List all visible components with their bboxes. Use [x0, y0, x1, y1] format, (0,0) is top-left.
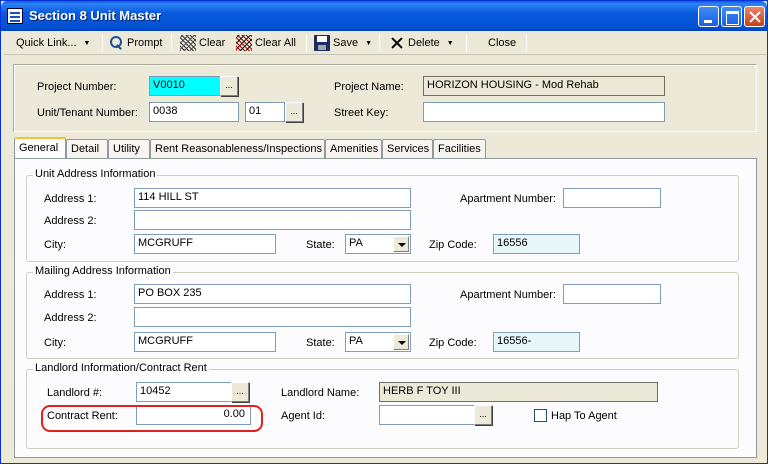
mail-address2-field[interactable]	[134, 307, 411, 327]
mail-address1-label: Address 1:	[44, 289, 97, 301]
tab-amenities[interactable]: Amenities	[325, 139, 382, 158]
project-name-field: HORIZON HOUSING - Mod Rehab	[423, 76, 665, 96]
prompt-button[interactable]: Prompt	[108, 33, 162, 53]
unit-state-label: State:	[306, 239, 335, 251]
clear-all-icon	[236, 35, 252, 51]
unit-state-value: PA	[349, 237, 363, 249]
tab-services[interactable]: Services	[382, 139, 433, 158]
unit-number-field[interactable]: 0038	[149, 102, 239, 122]
mail-city-field[interactable]: MCGRUFF	[134, 332, 276, 352]
clear-icon	[180, 35, 196, 51]
contract-rent-label: Contract Rent:	[47, 410, 118, 422]
minimize-button[interactable]	[698, 6, 719, 27]
clear-label: Clear	[199, 37, 226, 49]
contract-rent-field[interactable]: 0.00	[136, 405, 251, 425]
project-lookup-button[interactable]: ...	[220, 76, 238, 96]
unit-address-title: Unit Address Information	[33, 168, 158, 180]
chevron-down-icon[interactable]	[393, 236, 409, 252]
quick-link-label: Quick Link...	[16, 37, 77, 49]
clear-button[interactable]: Clear	[180, 33, 225, 53]
tab-utility[interactable]: Utility	[108, 139, 150, 158]
toolbar-separator	[466, 34, 467, 52]
agent-lookup-button[interactable]: ...	[474, 405, 492, 425]
tab-general[interactable]: General	[14, 137, 66, 158]
hap-to-agent-checkbox[interactable]	[534, 409, 547, 422]
unit-address1-field[interactable]: 114 HILL ST	[134, 188, 411, 208]
street-key-field[interactable]	[423, 102, 665, 122]
save-button[interactable]: Save ▼	[314, 33, 372, 53]
tab-rent-reasonableness[interactable]: Rent Reasonableness/Inspections	[150, 139, 325, 158]
toolbar-separator	[306, 34, 307, 52]
hap-to-agent-label: Hap To Agent	[551, 410, 617, 422]
window-title: Section 8 Unit Master	[29, 8, 162, 23]
project-number-label: Project Number:	[37, 81, 117, 93]
mail-apt-label: Apartment Number:	[460, 289, 556, 301]
unit-zip-label: Zip Code:	[429, 239, 477, 251]
tab-detail[interactable]: Detail	[66, 139, 108, 158]
landlord-title: Landlord Information/Contract Rent	[33, 362, 209, 374]
mail-state-label: State:	[306, 337, 335, 349]
delete-button[interactable]: Delete ▼	[389, 33, 454, 53]
mail-address2-label: Address 2:	[44, 312, 97, 324]
unit-zip-field[interactable]: 16556	[493, 234, 580, 254]
mail-city-label: City:	[44, 337, 66, 349]
delete-label: Delete	[408, 37, 440, 49]
tenant-number-field[interactable]: 01	[245, 102, 285, 122]
chevron-down-icon: ▼	[365, 39, 373, 47]
chevron-down-icon: ▼	[446, 39, 454, 47]
landlord-number-field[interactable]: 10452	[136, 382, 232, 402]
mail-state-value: PA	[349, 335, 363, 347]
maximize-button[interactable]	[721, 6, 742, 27]
toolbar-separator	[379, 34, 380, 52]
mail-address1-field[interactable]: PO BOX 235	[134, 284, 411, 304]
close-label: Close	[488, 37, 517, 49]
toolbar-separator	[171, 34, 172, 52]
app-icon[interactable]	[7, 8, 23, 24]
project-number-field[interactable]: V0010	[149, 76, 221, 96]
save-label: Save	[333, 37, 359, 49]
landlord-lookup-button[interactable]: ...	[231, 382, 249, 402]
toolbar-separator	[102, 34, 103, 52]
unit-address2-field[interactable]	[134, 210, 411, 230]
landlord-number-label: Landlord #:	[47, 387, 103, 399]
mail-apt-field[interactable]	[563, 284, 661, 304]
clear-all-label: Clear All	[255, 37, 296, 49]
unit-lookup-button[interactable]: ...	[285, 102, 303, 122]
agent-id-field[interactable]	[379, 405, 475, 425]
unit-state-select[interactable]: PA	[345, 234, 411, 254]
agent-id-label: Agent Id:	[281, 410, 326, 422]
project-name-label: Project Name:	[334, 81, 404, 93]
mail-state-select[interactable]: PA	[345, 332, 411, 352]
clear-all-button[interactable]: Clear All	[236, 33, 296, 53]
mailing-address-title: Mailing Address Information	[33, 265, 173, 277]
prompt-label: Prompt	[127, 37, 163, 49]
toolbar-separator	[526, 34, 527, 52]
search-icon	[108, 35, 124, 51]
unit-tenant-label: Unit/Tenant Number:	[37, 107, 138, 119]
unit-address2-label: Address 2:	[44, 215, 97, 227]
chevron-down-icon: ▼	[83, 39, 91, 47]
street-key-label: Street Key:	[334, 107, 389, 119]
toolbar: Quick Link... ▼ Prompt Clear Clear All S…	[4, 31, 766, 55]
save-icon	[314, 35, 330, 51]
close-window-button[interactable]	[744, 6, 765, 27]
unit-apt-label: Apartment Number:	[460, 193, 556, 205]
close-button[interactable]: Close	[488, 33, 516, 53]
tab-facilities[interactable]: Facilities	[433, 139, 486, 158]
mail-zip-label: Zip Code:	[429, 337, 477, 349]
chevron-down-icon[interactable]	[393, 334, 409, 350]
landlord-name-label: Landlord Name:	[281, 387, 360, 399]
unit-city-label: City:	[44, 239, 66, 251]
title-bar[interactable]: Section 8 Unit Master	[1, 1, 767, 31]
app-window: Section 8 Unit Master Quick Link... ▼ Pr…	[0, 0, 768, 464]
landlord-name-field: HERB F TOY III	[379, 382, 658, 402]
unit-address1-label: Address 1:	[44, 193, 97, 205]
quick-link-button[interactable]: Quick Link... ▼	[16, 33, 90, 53]
mail-zip-field[interactable]: 16556-	[493, 332, 580, 352]
unit-apt-field[interactable]	[563, 188, 661, 208]
delete-icon	[389, 35, 405, 51]
unit-city-field[interactable]: MCGRUFF	[134, 234, 276, 254]
